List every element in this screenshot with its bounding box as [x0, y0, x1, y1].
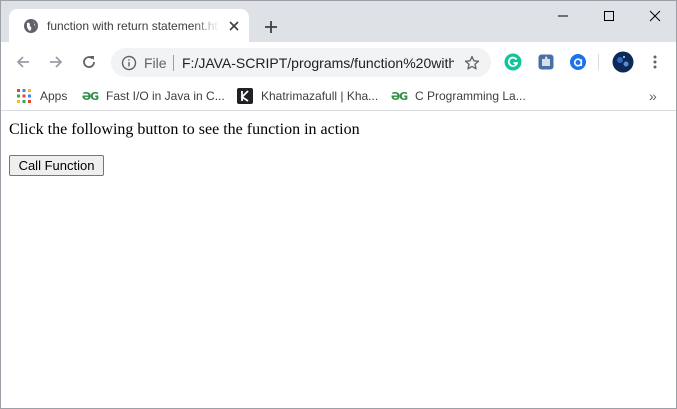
forward-button[interactable] — [44, 50, 68, 74]
maximize-icon — [604, 11, 614, 21]
bookmark-c-programming[interactable]: ƏG C Programming La... — [391, 86, 526, 106]
geeksforgeeks-icon: ƏG — [390, 89, 408, 103]
bookmark-label: C Programming La... — [415, 89, 526, 103]
geeksforgeeks-icon: ƏG — [81, 89, 99, 103]
bookmark-fast-io[interactable]: ƏG Fast I/O in Java in C... — [82, 86, 225, 106]
toolbar-divider — [598, 54, 599, 70]
toolbar: File F:/JAVA-SCRIPT/programs/function%20… — [1, 42, 676, 82]
minimize-icon — [558, 15, 568, 17]
forward-arrow-icon — [50, 56, 63, 68]
address-bar[interactable]: File F:/JAVA-SCRIPT/programs/function%20… — [111, 48, 491, 77]
apps-grid-icon — [16, 88, 32, 104]
call-function-button[interactable]: Call Function — [9, 155, 104, 176]
plus-icon — [265, 21, 277, 33]
tab-strip: function with return statement.htm — [1, 1, 676, 42]
window-close-button[interactable] — [632, 1, 676, 31]
globe-icon — [23, 18, 39, 34]
bookmark-label: Fast I/O in Java in C... — [106, 89, 225, 103]
info-icon[interactable] — [121, 55, 137, 71]
bookmark-khatrimazafull[interactable]: Khatrimazafull | Kha... — [237, 86, 378, 106]
instruction-text: Click the following button to see the fu… — [9, 121, 360, 138]
browser-window: function with return statement.htm File … — [0, 0, 677, 409]
bookmark-apps[interactable]: Apps — [16, 86, 67, 106]
scheme-label: File — [144, 55, 167, 71]
reload-icon — [83, 56, 95, 68]
minimize-button[interactable] — [540, 1, 586, 31]
new-tab-button[interactable] — [259, 15, 283, 39]
back-button[interactable] — [11, 50, 35, 74]
tab-title: function with return statement.htm — [47, 19, 219, 33]
bookmarks-bar: Apps ƏG Fast I/O in Java in C... Khatrim… — [1, 82, 676, 111]
double-chevron-icon: » — [649, 88, 657, 104]
omnibox-divider — [173, 55, 174, 71]
bookmark-label: Apps — [40, 89, 68, 103]
window-close-icon — [649, 10, 661, 22]
kebab-menu-icon — [653, 55, 657, 69]
bookmark-label: Khatrimazafull | Kha... — [261, 89, 379, 103]
menu-button[interactable] — [643, 50, 667, 74]
close-icon[interactable] — [225, 17, 243, 35]
profile-avatar[interactable] — [612, 51, 634, 73]
maximize-button[interactable] — [586, 1, 632, 31]
url-text[interactable]: F:/JAVA-SCRIPT/programs/function%20with%… — [182, 54, 454, 72]
grammarly-icon[interactable] — [502, 51, 524, 73]
active-tab[interactable]: function with return statement.htm — [9, 9, 249, 42]
puzzle-extension-icon[interactable] — [535, 51, 557, 73]
reload-button[interactable] — [77, 50, 101, 74]
page-content: Click the following button to see the fu… — [1, 112, 676, 408]
k-logo-icon — [237, 88, 253, 104]
back-arrow-icon — [16, 56, 29, 68]
bookmark-star-icon[interactable] — [463, 54, 481, 72]
a-extension-icon[interactable] — [567, 51, 589, 73]
bookmarks-overflow-button[interactable]: » — [649, 86, 657, 106]
